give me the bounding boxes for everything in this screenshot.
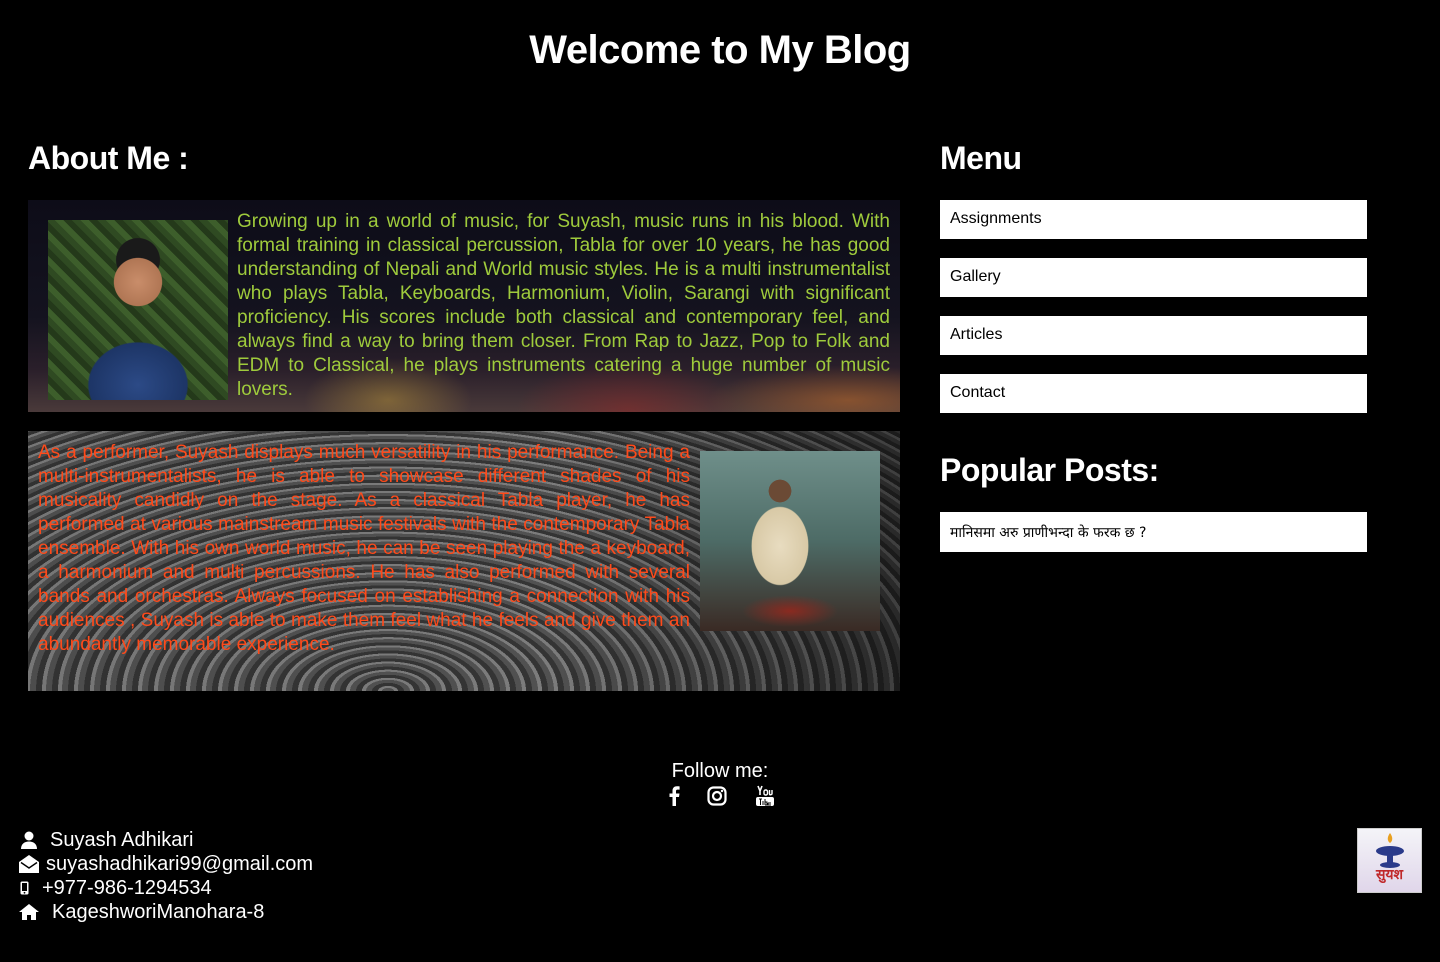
youtube-icon[interactable] — [754, 785, 776, 807]
popular-post-item[interactable]: मानिसमा अरु प्राणीभन्दा के फरक छ ? — [940, 512, 1367, 552]
menu-item-assignments[interactable]: Assignments — [940, 200, 1367, 239]
contact-name-row: Suyash Adhikari — [18, 828, 193, 852]
contact-email[interactable]: suyashadhikari99@gmail.com — [46, 853, 313, 876]
logo-text: सुयश — [1375, 867, 1404, 883]
contact-address: KageshworiManohara-8 — [52, 900, 265, 923]
menu-item-gallery[interactable]: Gallery — [940, 258, 1367, 297]
contact-name: Suyash Adhikari — [50, 828, 194, 851]
user-icon — [18, 829, 40, 851]
about-paragraph-2: As a performer, Suyash displays much ver… — [38, 442, 690, 655]
about-paragraph-1: Growing up in a world of music, for Suya… — [237, 211, 890, 400]
about-panel-2: As a performer, Suyash displays much ver… — [28, 431, 900, 691]
page-title: Welcome to My Blog — [529, 28, 911, 72]
follow-label: Follow me: — [671, 760, 769, 782]
menu-heading: Menu — [940, 140, 1022, 176]
contact-email-row: suyashadhikari99@gmail.com — [18, 852, 313, 876]
mobile-phone-icon — [18, 877, 30, 899]
instagram-icon[interactable] — [706, 785, 728, 807]
profile-photo — [48, 220, 228, 400]
site-logo[interactable]: सुयश — [1357, 828, 1422, 893]
menu-item-contact[interactable]: Contact — [940, 374, 1367, 413]
envelope-open-icon — [18, 853, 40, 875]
facebook-icon[interactable] — [663, 785, 685, 807]
performance-photo — [700, 451, 880, 631]
contact-address-row: KageshworiManohara-8 — [18, 900, 264, 924]
about-panel-1: Growing up in a world of music, for Suya… — [28, 200, 900, 412]
home-icon — [18, 901, 40, 923]
contact-phone: +977-986-1294534 — [42, 876, 212, 899]
about-heading: About Me : — [28, 140, 189, 176]
contact-phone-row: +977-986-1294534 — [18, 876, 212, 900]
menu-item-articles[interactable]: Articles — [940, 316, 1367, 355]
popular-posts-heading: Popular Posts: — [940, 452, 1159, 488]
